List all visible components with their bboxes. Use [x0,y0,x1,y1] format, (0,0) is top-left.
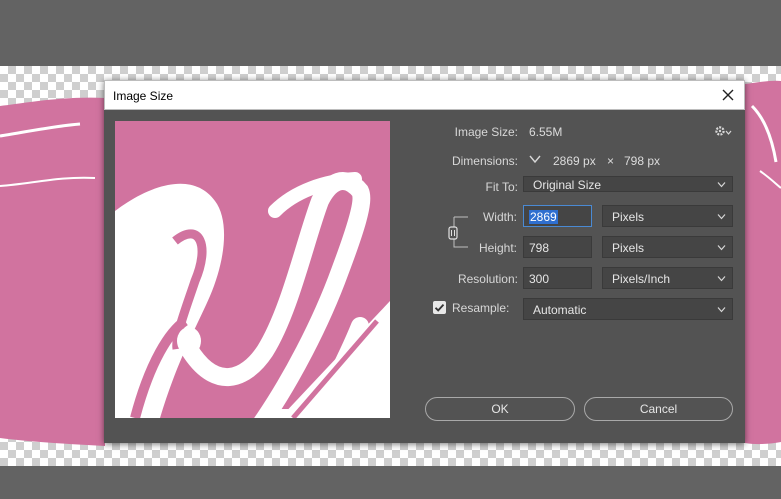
chevron-down-icon [717,245,726,251]
dimensions-label: Dimensions: [451,154,518,168]
ok-button[interactable]: OK [425,397,575,421]
width-unit-select[interactable]: Pixels [602,205,733,227]
height-unit-value: Pixels [612,241,645,255]
image-size-dialog: Image Size Image Size: 6.55M Dimensions:… [104,80,745,443]
chevron-down-icon [717,214,726,220]
gear-icon[interactable] [714,124,734,138]
resample-label: Resample: [452,301,510,315]
width-unit-value: Pixels [612,210,645,224]
resolution-value: 300 [529,272,550,286]
height-unit-select[interactable]: Pixels [602,236,733,258]
height-input[interactable]: 798 [523,236,592,258]
cancel-button[interactable]: Cancel [584,397,733,421]
width-value: 2869 [529,210,558,224]
resample-value: Automatic [533,303,587,317]
preview-artwork [115,172,390,418]
dialog-titlebar: Image Size [104,80,745,110]
chevron-down-icon[interactable] [528,153,542,165]
resolution-input[interactable]: 300 [523,267,592,289]
width-input[interactable]: 2869 [523,205,592,227]
image-size-label: Image Size: [454,125,518,139]
dialog-title: Image Size [113,89,174,103]
fit-to-label: Fit To: [485,180,518,194]
resolution-unit-select[interactable]: Pixels/Inch [602,267,733,289]
fit-to-select[interactable]: Original Size [523,176,733,192]
resample-select[interactable]: Automatic [523,298,733,320]
image-preview[interactable] [115,121,390,418]
dimensions-height: 798 px [624,154,661,168]
height-label: Height: [478,241,517,255]
image-size-value: 6.55M [529,125,563,139]
dimensions-times: × [607,154,615,168]
resolution-unit-value: Pixels/Inch [612,272,671,286]
fit-to-value: Original Size [533,178,602,192]
chevron-down-icon [717,276,726,282]
workspace-bottom [0,466,781,499]
checkmark-icon [434,303,445,312]
height-value: 798 [529,241,550,255]
close-icon[interactable] [718,85,738,105]
dimensions-width: 2869 px [553,154,596,168]
width-label: Width: [482,210,517,224]
resolution-label: Resolution: [457,272,518,286]
chevron-down-icon [717,182,726,188]
resample-checkbox[interactable] [433,301,446,314]
chevron-down-icon [717,307,726,313]
